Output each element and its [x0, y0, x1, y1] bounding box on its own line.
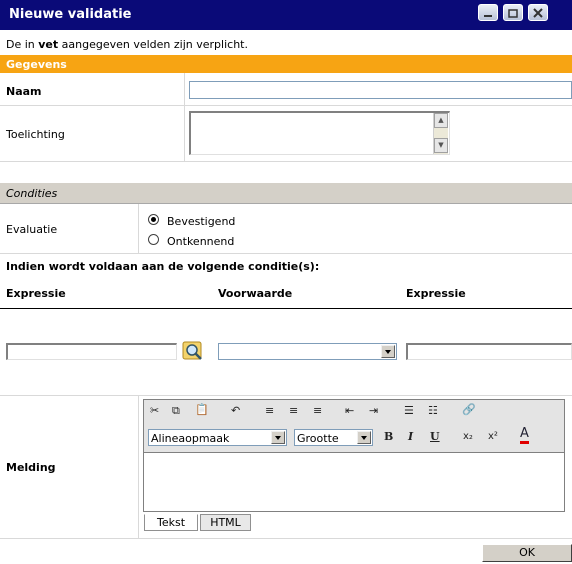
- naam-input[interactable]: [189, 81, 572, 99]
- paste-icon[interactable]: 📋: [195, 403, 209, 416]
- undo-icon[interactable]: ↶: [231, 404, 240, 417]
- editor-content-area[interactable]: [144, 453, 564, 511]
- column-expressie-left: Expressie: [6, 287, 66, 300]
- minimize-button[interactable]: [478, 4, 498, 21]
- cut-icon[interactable]: ✂: [150, 404, 159, 417]
- italic-icon[interactable]: I: [408, 430, 413, 443]
- tab-html[interactable]: HTML: [200, 514, 251, 531]
- number-list-icon[interactable]: ☷: [428, 404, 438, 417]
- divider: [0, 161, 572, 162]
- scroll-down-icon[interactable]: ▼: [434, 138, 448, 153]
- rich-text-editor: ✂ ⧉ 📋 ↶ ≡ ≡ ≡ ⇤ ⇥ ☰ ☷ 🔗 Alineaopmaak Gro…: [143, 399, 565, 512]
- link-icon[interactable]: 🔗: [462, 403, 476, 416]
- toelichting-label: Toelichting: [6, 128, 65, 141]
- divider: [0, 538, 572, 539]
- window-title: Nieuwe validatie: [9, 7, 132, 22]
- align-left-icon[interactable]: ≡: [265, 404, 274, 417]
- conditie-heading: Indien wordt voldaan aan de volgende con…: [6, 260, 320, 273]
- underline-icon[interactable]: U: [430, 430, 440, 443]
- bullet-list-icon[interactable]: ☰: [404, 404, 414, 417]
- toelichting-scrollbar[interactable]: ▲ ▼: [433, 113, 448, 154]
- window-titlebar: Nieuwe validatie: [0, 0, 572, 30]
- ok-button[interactable]: OK: [482, 544, 572, 562]
- outdent-icon[interactable]: ⇤: [345, 404, 354, 417]
- section-gegevens: Gegevens: [0, 55, 572, 73]
- scroll-up-icon[interactable]: ▲: [434, 113, 448, 128]
- divider: [0, 395, 572, 396]
- divider: [138, 204, 139, 253]
- font-size-select[interactable]: Grootte: [294, 429, 373, 446]
- close-icon: [533, 8, 543, 18]
- align-center-icon[interactable]: ≡: [289, 404, 298, 417]
- divider: [138, 396, 139, 538]
- evaluatie-label: Evaluatie: [6, 223, 58, 236]
- column-header-underline: [0, 308, 572, 309]
- superscript-icon[interactable]: x²: [488, 431, 498, 442]
- minimize-icon: [484, 15, 492, 17]
- divider: [0, 105, 572, 106]
- column-expressie-right: Expressie: [406, 287, 466, 300]
- radio-bevestigend-label: Bevestigend: [167, 215, 236, 228]
- radio-ontkennend-label: Ontkennend: [167, 235, 235, 248]
- expressie-left-input[interactable]: [6, 343, 177, 360]
- chevron-down-icon[interactable]: [357, 431, 371, 444]
- radio-ontkennend[interactable]: [148, 234, 159, 245]
- subscript-icon[interactable]: x₂: [463, 431, 473, 442]
- expression-browse-icon[interactable]: [181, 339, 205, 363]
- column-voorwaarde: Voorwaarde: [218, 287, 293, 300]
- naam-label: Naam: [6, 85, 42, 98]
- divider: [0, 253, 572, 254]
- indent-icon[interactable]: ⇥: [369, 404, 378, 417]
- close-button[interactable]: [528, 4, 548, 21]
- bold-icon[interactable]: B: [384, 430, 393, 443]
- restore-icon: [508, 9, 518, 18]
- chevron-down-icon[interactable]: [271, 431, 285, 444]
- melding-label: Melding: [6, 461, 56, 474]
- align-right-icon[interactable]: ≡: [313, 404, 322, 417]
- required-fields-note: De in vet aangegeven velden zijn verplic…: [6, 38, 248, 51]
- paragraph-format-select[interactable]: Alineaopmaak: [148, 429, 287, 446]
- toelichting-textarea[interactable]: [189, 111, 450, 155]
- restore-button[interactable]: [503, 4, 523, 21]
- tab-tekst[interactable]: Tekst: [144, 514, 198, 531]
- expressie-right-input[interactable]: [406, 343, 572, 360]
- copy-icon[interactable]: ⧉: [172, 404, 180, 418]
- editor-toolbar: ✂ ⧉ 📋 ↶ ≡ ≡ ≡ ⇤ ⇥ ☰ ☷ 🔗 Alineaopmaak Gro…: [144, 400, 564, 453]
- font-color-icon[interactable]: A: [520, 427, 529, 444]
- section-condities: Condities: [0, 183, 572, 204]
- radio-bevestigend[interactable]: [148, 214, 159, 225]
- divider: [184, 73, 185, 161]
- chevron-down-icon[interactable]: [381, 345, 395, 358]
- voorwaarde-select[interactable]: [218, 343, 397, 360]
